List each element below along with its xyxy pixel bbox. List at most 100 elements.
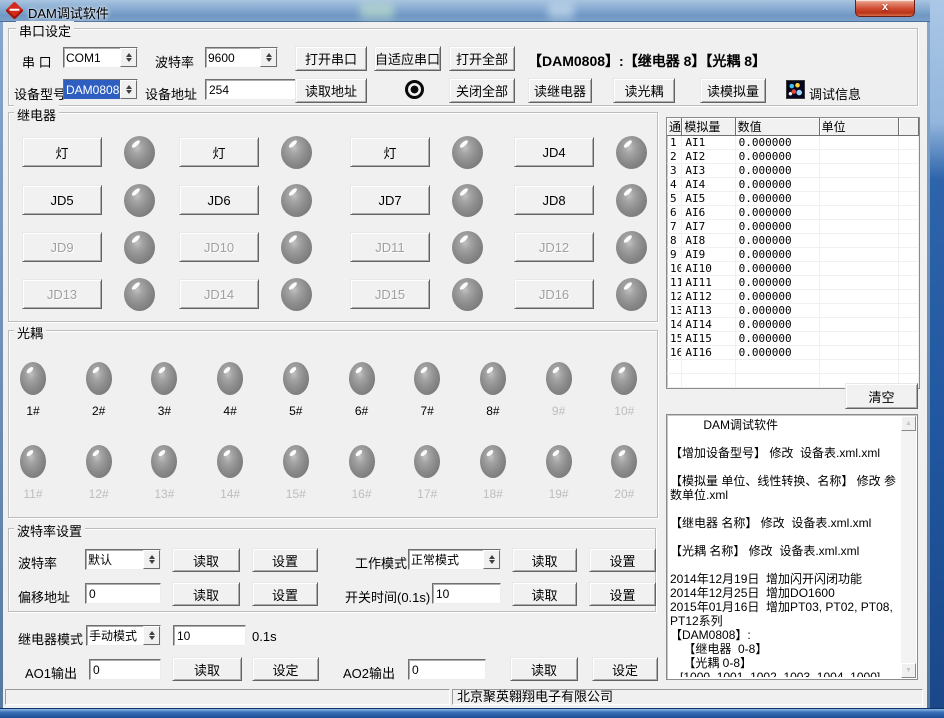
serial-group-title: 串口设定: [16, 21, 74, 40]
ao1-set-button[interactable]: 设定: [252, 657, 319, 681]
debug-info-icon[interactable]: [786, 80, 805, 99]
chevron-updown-icon[interactable]: [120, 48, 137, 67]
relay-button-7[interactable]: JD7: [350, 185, 430, 215]
relay-led-11: [452, 231, 483, 264]
ao1-input[interactable]: 0: [89, 659, 161, 680]
open-port-button[interactable]: 打开串口: [295, 46, 367, 71]
log-box[interactable]: DAM调试软件 【增加设备型号】 修改 设备表.xml.xml 【模拟量 单位、…: [666, 414, 918, 680]
relay-button-4[interactable]: JD4: [514, 137, 594, 167]
debug-info-label[interactable]: 调试信息: [809, 84, 861, 103]
ao2-read-button[interactable]: 读取: [510, 657, 578, 681]
baud-combo[interactable]: 9600: [205, 47, 278, 68]
relay-mode-combo[interactable]: 手动模式: [86, 625, 161, 646]
relay-led-8: [616, 184, 647, 217]
relay-button-9[interactable]: JD9: [22, 232, 102, 262]
relay-button-8[interactable]: JD8: [514, 185, 594, 215]
relay-button-16[interactable]: JD16: [514, 279, 594, 309]
relay-group-title: 继电器: [14, 105, 59, 124]
read-relay-button[interactable]: 读继电器: [528, 78, 592, 103]
analog-column-header[interactable]: 数值: [736, 118, 820, 136]
chevron-updown-icon[interactable]: [143, 626, 160, 645]
offset-address-label: 偏移地址: [18, 587, 70, 606]
relay-led-2: [281, 136, 312, 169]
titlebar[interactable]: DAM调试软件: [0, 0, 930, 22]
relay-button-12[interactable]: JD12: [514, 232, 594, 262]
work-mode-set-button[interactable]: 设置: [589, 548, 656, 572]
chevron-updown-icon[interactable]: [483, 550, 500, 569]
clear-button[interactable]: 清空: [845, 383, 918, 409]
relay-button-1[interactable]: 灯: [22, 137, 102, 167]
baudrate-set-button[interactable]: 设置: [252, 548, 318, 572]
analog-row[interactable]: 9AI90.000000: [667, 248, 919, 262]
analog-row[interactable]: 1AI10.000000: [667, 136, 919, 150]
analog-row[interactable]: 8AI80.000000: [667, 234, 919, 248]
analog-row[interactable]: 14AI140.000000: [667, 318, 919, 332]
offset-read-button[interactable]: 读取: [172, 582, 240, 606]
baudrate-combo[interactable]: 默认: [85, 549, 161, 570]
switch-time-read-button[interactable]: 读取: [512, 582, 577, 606]
offset-address-input[interactable]: 0: [85, 583, 161, 604]
model-combo[interactable]: DAM0808: [63, 79, 138, 100]
relay-button-3[interactable]: 灯: [350, 137, 430, 167]
switch-time-input[interactable]: 10: [432, 583, 501, 604]
auto-port-button[interactable]: 自适应串口: [374, 46, 441, 71]
analog-row[interactable]: 10AI100.000000: [667, 262, 919, 276]
open-all-button[interactable]: 打开全部: [449, 46, 515, 71]
switch-time-set-button[interactable]: 设置: [589, 582, 656, 606]
relay-button-2[interactable]: 灯: [179, 137, 259, 167]
analog-row[interactable]: 13AI130.000000: [667, 304, 919, 318]
scroll-down-icon[interactable]: ▼: [901, 663, 916, 678]
ao2-input[interactable]: 0: [408, 659, 486, 680]
port-combo[interactable]: COM1: [63, 47, 138, 68]
status-panel-right: 北京聚英翱翔电子有限公司: [452, 689, 923, 705]
relay-button-14[interactable]: JD14: [179, 279, 259, 309]
ao2-set-button[interactable]: 设定: [592, 657, 658, 681]
close-all-button[interactable]: 关闭全部: [449, 78, 515, 103]
chevron-updown-icon[interactable]: [260, 48, 277, 67]
relay-button-6[interactable]: JD6: [179, 185, 259, 215]
analog-row[interactable]: 3AI30.000000: [667, 164, 919, 178]
analog-row[interactable]: 4AI40.000000: [667, 178, 919, 192]
analog-column-header[interactable]: [899, 118, 920, 136]
analog-column-header[interactable]: 通: [667, 118, 682, 136]
opto-led-15: [283, 445, 309, 478]
analog-row[interactable]: 12AI120.000000: [667, 290, 919, 304]
work-mode-combo[interactable]: 正常模式: [408, 549, 501, 570]
relay-button-15[interactable]: JD15: [350, 279, 430, 309]
scroll-up-icon[interactable]: ▲: [901, 416, 916, 431]
screen: DAM调试软件 x 串口设定 串 口 COM1 波特率 9600 打开串口 自适…: [0, 0, 944, 718]
offset-set-button[interactable]: 设置: [252, 582, 318, 606]
relay-button-13[interactable]: JD13: [22, 279, 102, 309]
analog-row[interactable]: 16AI160.000000: [667, 346, 919, 360]
relay-led-15: [452, 278, 483, 311]
analog-column-header[interactable]: 单位: [820, 118, 899, 136]
chevron-updown-icon[interactable]: [120, 80, 137, 99]
analog-row[interactable]: 11AI110.000000: [667, 276, 919, 290]
opto-label-14: 14#: [202, 487, 258, 501]
relay-led-3: [452, 136, 483, 169]
window-title: DAM调试软件: [28, 3, 109, 22]
work-mode-read-button[interactable]: 读取: [512, 548, 577, 572]
analog-row[interactable]: 15AI150.000000: [667, 332, 919, 346]
relay-time-input[interactable]: 10: [173, 625, 246, 646]
opto-label-16: 16#: [334, 487, 390, 501]
read-analog-button[interactable]: 读模拟量: [700, 78, 766, 103]
analog-row[interactable]: 2AI20.000000: [667, 150, 919, 164]
opto-label-7: 7#: [399, 404, 455, 418]
ao1-read-button[interactable]: 读取: [172, 657, 242, 681]
read-opto-button[interactable]: 读光耦: [613, 78, 675, 103]
analog-row[interactable]: 6AI60.000000: [667, 206, 919, 220]
log-scrollbar[interactable]: ▲ ▼: [901, 416, 916, 678]
analog-row[interactable]: 7AI70.000000: [667, 220, 919, 234]
relay-button-10[interactable]: JD10: [179, 232, 259, 262]
baudrate-read-button[interactable]: 读取: [172, 548, 240, 572]
analog-row[interactable]: 5AI50.000000: [667, 192, 919, 206]
relay-button-11[interactable]: JD11: [350, 232, 430, 262]
chevron-updown-icon[interactable]: [143, 550, 160, 569]
opto-led-4: [217, 362, 243, 395]
relay-button-5[interactable]: JD5: [22, 185, 102, 215]
desktop-background: [930, 0, 944, 718]
close-button[interactable]: x: [855, 0, 915, 17]
analog-column-header[interactable]: 模拟量: [682, 118, 735, 136]
read-address-button[interactable]: 读取地址: [295, 78, 367, 103]
